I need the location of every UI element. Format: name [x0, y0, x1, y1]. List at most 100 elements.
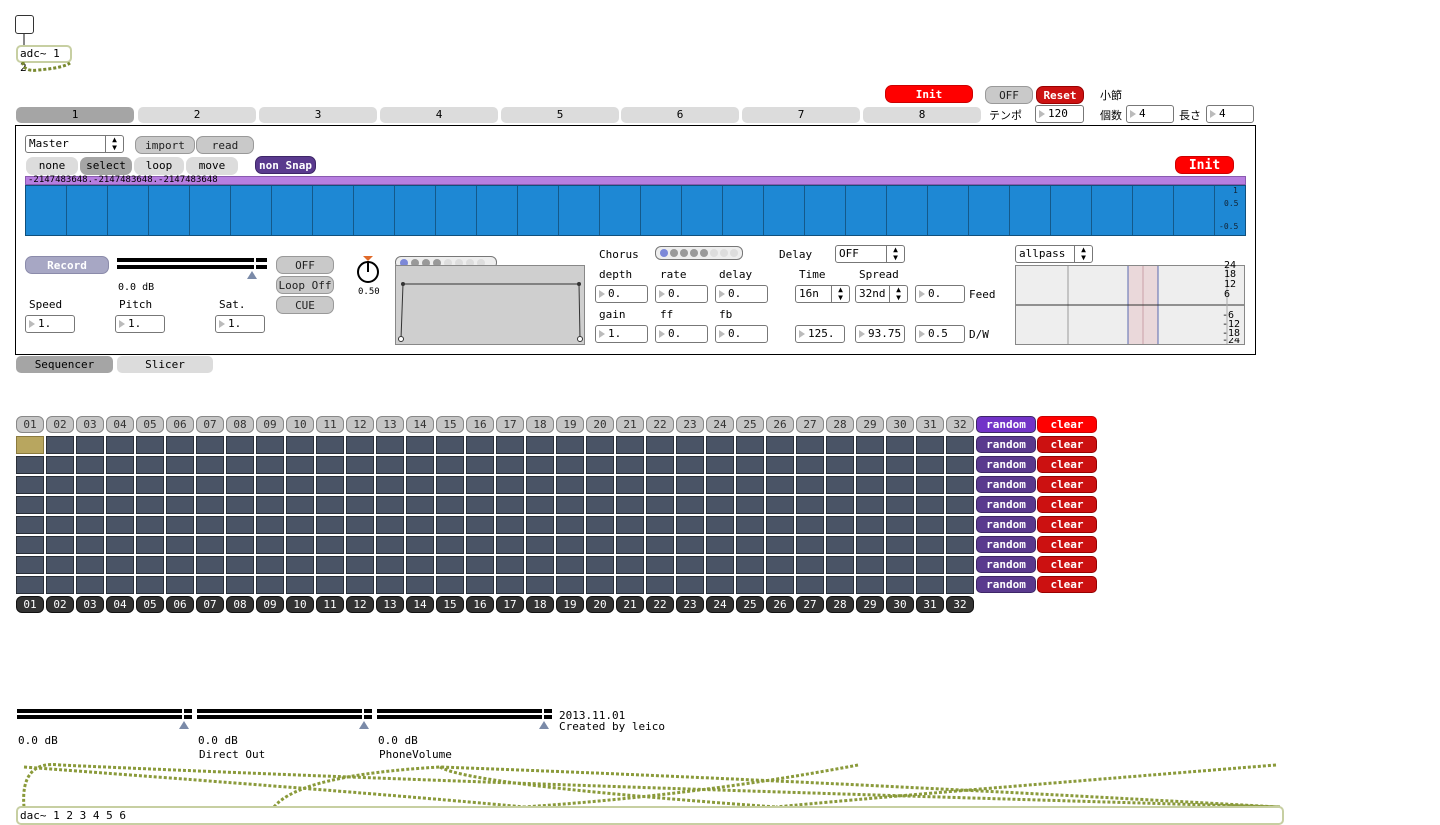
step-header[interactable]: 06	[166, 416, 194, 433]
step-cell[interactable]	[526, 436, 554, 454]
step-cell[interactable]	[196, 556, 224, 574]
step-footer[interactable]: 01	[16, 596, 44, 613]
step-header[interactable]: 27	[796, 416, 824, 433]
mode-loop[interactable]: loop	[134, 157, 184, 175]
step-cell[interactable]	[286, 516, 314, 534]
step-cell[interactable]	[256, 456, 284, 474]
step-cell[interactable]	[586, 456, 614, 474]
step-cell[interactable]	[556, 436, 584, 454]
envelope-editor[interactable]	[395, 265, 585, 345]
step-cell[interactable]	[856, 576, 884, 594]
step-cell[interactable]	[346, 516, 374, 534]
step-footer[interactable]: 03	[76, 596, 104, 613]
spread-menu[interactable]: 32nd ▲ ▼	[855, 285, 908, 303]
step-cell[interactable]	[226, 576, 254, 594]
step-cell[interactable]	[376, 436, 404, 454]
step-cell[interactable]	[76, 456, 104, 474]
tab-5[interactable]: 5	[501, 107, 619, 123]
step-cell[interactable]	[766, 476, 794, 494]
step-header[interactable]: 02	[46, 416, 74, 433]
reset-button[interactable]: Reset	[1036, 86, 1084, 104]
mode-none[interactable]: none	[26, 157, 78, 175]
step-cell[interactable]	[106, 536, 134, 554]
gain-numbox[interactable]: 1.	[595, 325, 648, 343]
step-cell[interactable]	[766, 516, 794, 534]
step-cell[interactable]	[406, 456, 434, 474]
step-cell[interactable]	[256, 556, 284, 574]
step-header[interactable]: 24	[706, 416, 734, 433]
step-footer[interactable]: 26	[766, 596, 794, 613]
step-header[interactable]: 30	[886, 416, 914, 433]
step-cell[interactable]	[436, 436, 464, 454]
loop-off-button[interactable]: Loop Off	[276, 276, 334, 294]
step-cell[interactable]	[616, 476, 644, 494]
step-cell[interactable]	[826, 556, 854, 574]
tab-1[interactable]: 1	[16, 107, 134, 123]
step-footer[interactable]: 22	[646, 596, 674, 613]
step-cell[interactable]	[706, 556, 734, 574]
step-cell[interactable]	[736, 516, 764, 534]
step-cell[interactable]	[46, 476, 74, 494]
step-cell[interactable]	[856, 436, 884, 454]
step-cell[interactable]	[946, 496, 974, 514]
step-footer[interactable]: 19	[556, 596, 584, 613]
step-cell[interactable]	[526, 536, 554, 554]
step-cell[interactable]	[406, 476, 434, 494]
step-cell[interactable]	[916, 436, 944, 454]
step-cell[interactable]	[676, 576, 704, 594]
random-button[interactable]: random	[976, 556, 1036, 573]
step-cell[interactable]	[226, 496, 254, 514]
step-cell[interactable]	[856, 496, 884, 514]
step-cell[interactable]	[886, 496, 914, 514]
step-cell[interactable]	[196, 476, 224, 494]
step-cell[interactable]	[466, 496, 494, 514]
step-cell[interactable]	[616, 436, 644, 454]
step-cell[interactable]	[796, 516, 824, 534]
step-header[interactable]: 28	[826, 416, 854, 433]
step-cell[interactable]	[316, 516, 344, 534]
step-cell[interactable]	[676, 496, 704, 514]
step-footer[interactable]: 15	[436, 596, 464, 613]
step-header[interactable]: 03	[76, 416, 104, 433]
step-cell[interactable]	[106, 556, 134, 574]
step-cell[interactable]	[706, 536, 734, 554]
step-footer[interactable]: 17	[496, 596, 524, 613]
step-cell[interactable]	[646, 436, 674, 454]
step-footer[interactable]: 25	[736, 596, 764, 613]
step-cell[interactable]	[616, 536, 644, 554]
step-cell[interactable]	[796, 496, 824, 514]
step-cell[interactable]	[856, 476, 884, 494]
step-cell[interactable]	[856, 456, 884, 474]
step-cell[interactable]	[526, 576, 554, 594]
step-cell[interactable]	[166, 456, 194, 474]
dw-numbox[interactable]: 0.5	[915, 325, 965, 343]
step-cell[interactable]	[436, 516, 464, 534]
step-cell[interactable]	[886, 476, 914, 494]
step-cell[interactable]	[226, 436, 254, 454]
step-cell[interactable]	[76, 556, 104, 574]
random-button[interactable]: random	[976, 436, 1036, 453]
step-header[interactable]: 13	[376, 416, 404, 433]
step-cell[interactable]	[106, 476, 134, 494]
step-cell[interactable]	[136, 496, 164, 514]
step-cell[interactable]	[826, 436, 854, 454]
step-header[interactable]: 20	[586, 416, 614, 433]
step-header[interactable]: 07	[196, 416, 224, 433]
step-cell[interactable]	[196, 496, 224, 514]
step-footer[interactable]: 09	[256, 596, 284, 613]
step-cell[interactable]	[736, 496, 764, 514]
step-header[interactable]: 25	[736, 416, 764, 433]
delay-ms1-numbox[interactable]: 125.	[795, 325, 845, 343]
clear-button[interactable]: clear	[1037, 516, 1097, 533]
step-header[interactable]: 17	[496, 416, 524, 433]
step-footer[interactable]: 20	[586, 596, 614, 613]
step-cell[interactable]	[256, 436, 284, 454]
tab-3[interactable]: 3	[259, 107, 377, 123]
step-cell[interactable]	[436, 456, 464, 474]
step-cell[interactable]	[46, 536, 74, 554]
step-cell[interactable]	[466, 476, 494, 494]
step-cell[interactable]	[286, 436, 314, 454]
record-button[interactable]: Record	[25, 256, 109, 274]
step-cell[interactable]	[586, 536, 614, 554]
filter-graph[interactable]	[1015, 265, 1245, 345]
